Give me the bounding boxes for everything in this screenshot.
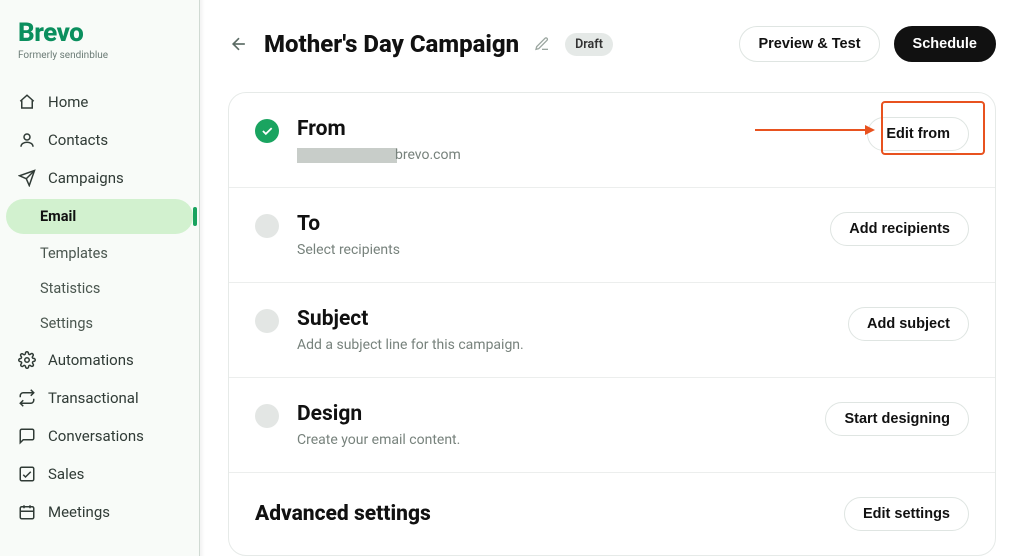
edit-from-button[interactable]: Edit from bbox=[867, 117, 969, 151]
sidebar-sub-label: Email bbox=[40, 208, 76, 225]
brand-subtitle: Formerly sendinblue bbox=[18, 50, 181, 61]
sidebar: Brevo Formerly sendinblue Home Contacts … bbox=[0, 0, 200, 556]
transactional-icon bbox=[18, 389, 36, 407]
status-pending-icon bbox=[255, 214, 279, 238]
section-advanced-title: Advanced settings bbox=[255, 502, 826, 526]
main-content: Mother's Day Campaign Draft Preview & Te… bbox=[200, 0, 1024, 556]
sidebar-item-campaigns[interactable]: Campaigns bbox=[0, 159, 199, 197]
section-to-sub: Select recipients bbox=[297, 242, 812, 258]
section-design-title: Design bbox=[297, 402, 807, 426]
sidebar-item-label: Home bbox=[48, 93, 88, 111]
sales-icon bbox=[18, 465, 36, 483]
campaigns-icon bbox=[18, 169, 36, 187]
start-designing-button[interactable]: Start designing bbox=[825, 402, 969, 436]
campaign-setup-card: From brevo.com Edit from To Select recip… bbox=[228, 92, 996, 556]
sidebar-item-label: Automations bbox=[48, 351, 134, 369]
sidebar-item-contacts[interactable]: Contacts bbox=[0, 121, 199, 159]
sidebar-item-meetings[interactable]: Meetings bbox=[0, 493, 199, 531]
conversations-icon bbox=[18, 427, 36, 445]
home-icon bbox=[18, 93, 36, 111]
sidebar-item-label: Campaigns bbox=[48, 169, 124, 187]
section-subject: Subject Add a subject line for this camp… bbox=[229, 283, 995, 378]
automations-icon bbox=[18, 351, 36, 369]
brand-name: Brevo bbox=[18, 18, 181, 48]
sidebar-item-transactional[interactable]: Transactional bbox=[0, 379, 199, 417]
status-pending-icon bbox=[255, 404, 279, 428]
sidebar-sub-label: Settings bbox=[40, 315, 93, 332]
sidebar-item-home[interactable]: Home bbox=[0, 83, 199, 121]
sidebar-sub-label: Templates bbox=[40, 245, 108, 262]
sidebar-item-label: Sales bbox=[48, 465, 84, 483]
sidebar-sub-email[interactable]: Email bbox=[6, 199, 193, 234]
add-recipients-button[interactable]: Add recipients bbox=[830, 212, 969, 246]
section-to: To Select recipients Add recipients bbox=[229, 188, 995, 283]
sidebar-sub-templates[interactable]: Templates bbox=[0, 236, 199, 271]
sidebar-sub-label: Statistics bbox=[40, 280, 100, 297]
redacted-sender bbox=[297, 148, 397, 163]
sidebar-nav: Home Contacts Campaigns Email Templates … bbox=[0, 83, 199, 531]
status-done-icon bbox=[255, 119, 279, 143]
add-subject-button[interactable]: Add subject bbox=[848, 307, 969, 341]
section-subject-sub: Add a subject line for this campaign. bbox=[297, 337, 830, 353]
section-from-title: From bbox=[297, 117, 849, 141]
sidebar-item-label: Meetings bbox=[48, 503, 110, 521]
sidebar-item-sales[interactable]: Sales bbox=[0, 455, 199, 493]
sidebar-sub-settings[interactable]: Settings bbox=[0, 306, 199, 341]
schedule-button[interactable]: Schedule bbox=[894, 26, 996, 62]
header-bar: Mother's Day Campaign Draft Preview & Te… bbox=[228, 26, 996, 62]
sidebar-item-conversations[interactable]: Conversations bbox=[0, 417, 199, 455]
sidebar-item-automations[interactable]: Automations bbox=[0, 341, 199, 379]
preview-test-button[interactable]: Preview & Test bbox=[739, 26, 879, 62]
section-subject-title: Subject bbox=[297, 307, 830, 331]
edit-title-icon[interactable] bbox=[533, 35, 551, 53]
section-advanced: Advanced settings Edit settings bbox=[229, 473, 995, 555]
section-to-title: To bbox=[297, 212, 812, 236]
contacts-icon bbox=[18, 131, 36, 149]
status-pending-icon bbox=[255, 309, 279, 333]
meetings-icon bbox=[18, 503, 36, 521]
section-design-sub: Create your email content. bbox=[297, 432, 807, 448]
section-design: Design Create your email content. Start … bbox=[229, 378, 995, 473]
back-arrow-icon[interactable] bbox=[228, 33, 250, 55]
sidebar-item-label: Conversations bbox=[48, 427, 144, 445]
section-from: From brevo.com Edit from bbox=[229, 93, 995, 188]
sidebar-item-label: Transactional bbox=[48, 389, 139, 407]
brand-block: Brevo Formerly sendinblue bbox=[0, 18, 199, 77]
sidebar-sub-statistics[interactable]: Statistics bbox=[0, 271, 199, 306]
sidebar-item-label: Contacts bbox=[48, 131, 108, 149]
status-badge: Draft bbox=[565, 33, 613, 56]
section-from-sub: brevo.com bbox=[297, 147, 849, 163]
edit-settings-button[interactable]: Edit settings bbox=[844, 497, 969, 531]
campaign-title: Mother's Day Campaign bbox=[264, 30, 519, 58]
